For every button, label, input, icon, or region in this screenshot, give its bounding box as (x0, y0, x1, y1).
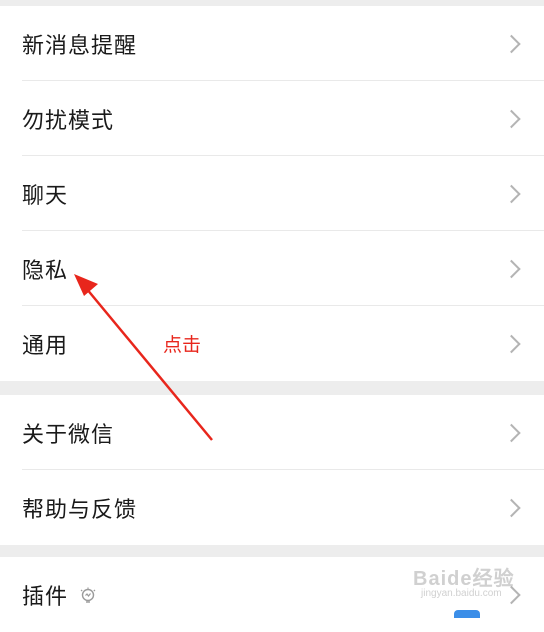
settings-item-chat[interactable]: 聊天 (0, 156, 544, 231)
chevron-right-icon (502, 498, 521, 517)
settings-item-general[interactable]: 通用 (0, 306, 544, 381)
chevron-right-icon (502, 334, 521, 353)
settings-item-label: 聊天 (22, 183, 69, 209)
settings-item-new-message[interactable]: 新消息提醒 (0, 6, 544, 81)
chevron-right-icon (502, 423, 521, 442)
settings-group-about: 关于微信 帮助与反馈 (0, 395, 544, 545)
settings-item-label: 勿扰模式 (22, 108, 115, 134)
settings-item-label: 插件 (22, 584, 69, 610)
annotation-text: 点击 (163, 334, 202, 356)
settings-item-do-not-disturb[interactable]: 勿扰模式 (0, 81, 544, 156)
settings-item-label: 新消息提醒 (22, 33, 138, 59)
lightbulb-icon (80, 587, 96, 603)
settings-item-label: 帮助与反馈 (22, 497, 138, 523)
watermark: Baide经验 jingyan.baidu.com (413, 562, 515, 599)
settings-item-label: 关于微信 (22, 422, 115, 448)
settings-item-label: 隐私 (22, 258, 69, 284)
chevron-right-icon (502, 109, 521, 128)
settings-item-privacy[interactable]: 隐私 (0, 231, 544, 306)
settings-item-help-feedback[interactable]: 帮助与反馈 (0, 470, 544, 545)
watermark-url: jingyan.baidu.com (421, 588, 502, 599)
settings-group-main: 新消息提醒 勿扰模式 聊天 隐私 通用 (0, 6, 544, 381)
chevron-right-icon (502, 184, 521, 203)
chevron-right-icon (502, 259, 521, 278)
watermark-logo-text: Baide经验 (413, 568, 515, 590)
settings-item-about-wechat[interactable]: 关于微信 (0, 395, 544, 470)
bottom-tab-indicator (454, 610, 480, 618)
settings-item-label: 通用 (22, 333, 69, 359)
chevron-right-icon (502, 34, 521, 53)
